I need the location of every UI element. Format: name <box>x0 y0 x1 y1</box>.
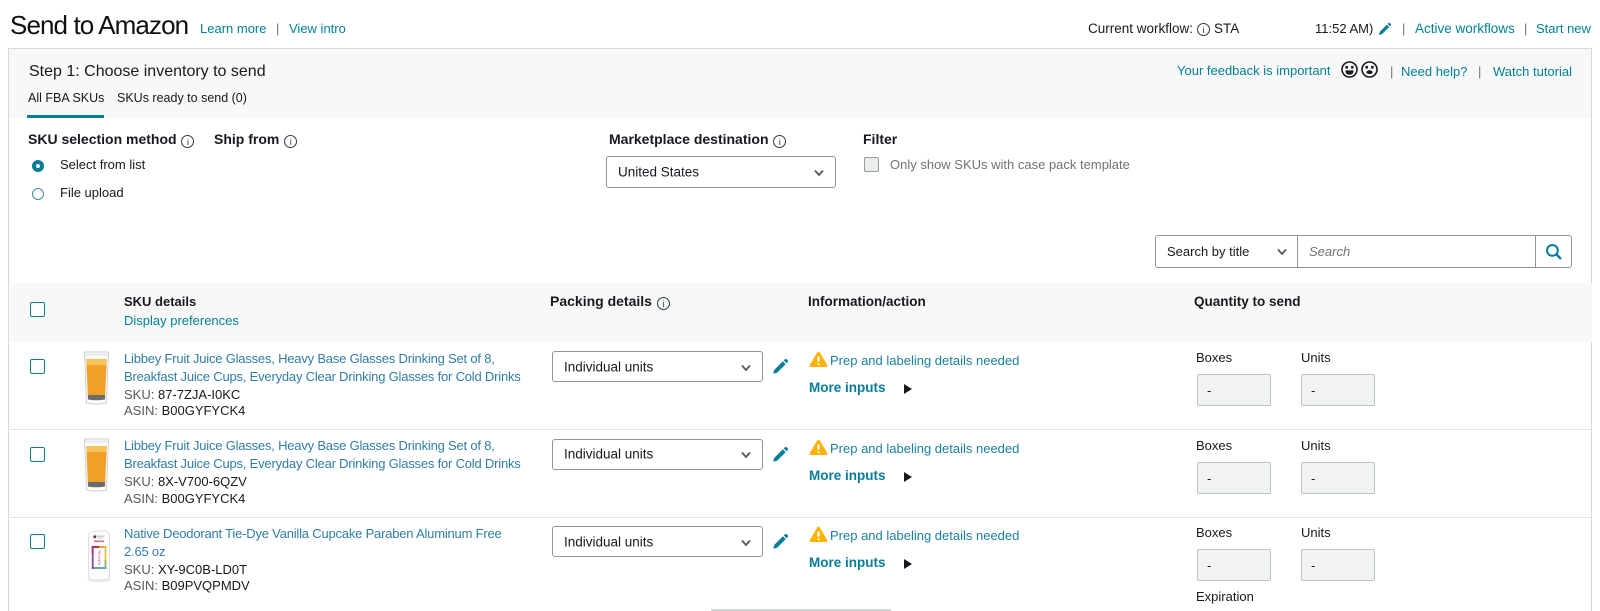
svg-text:NATIVE: NATIVE <box>97 550 101 565</box>
